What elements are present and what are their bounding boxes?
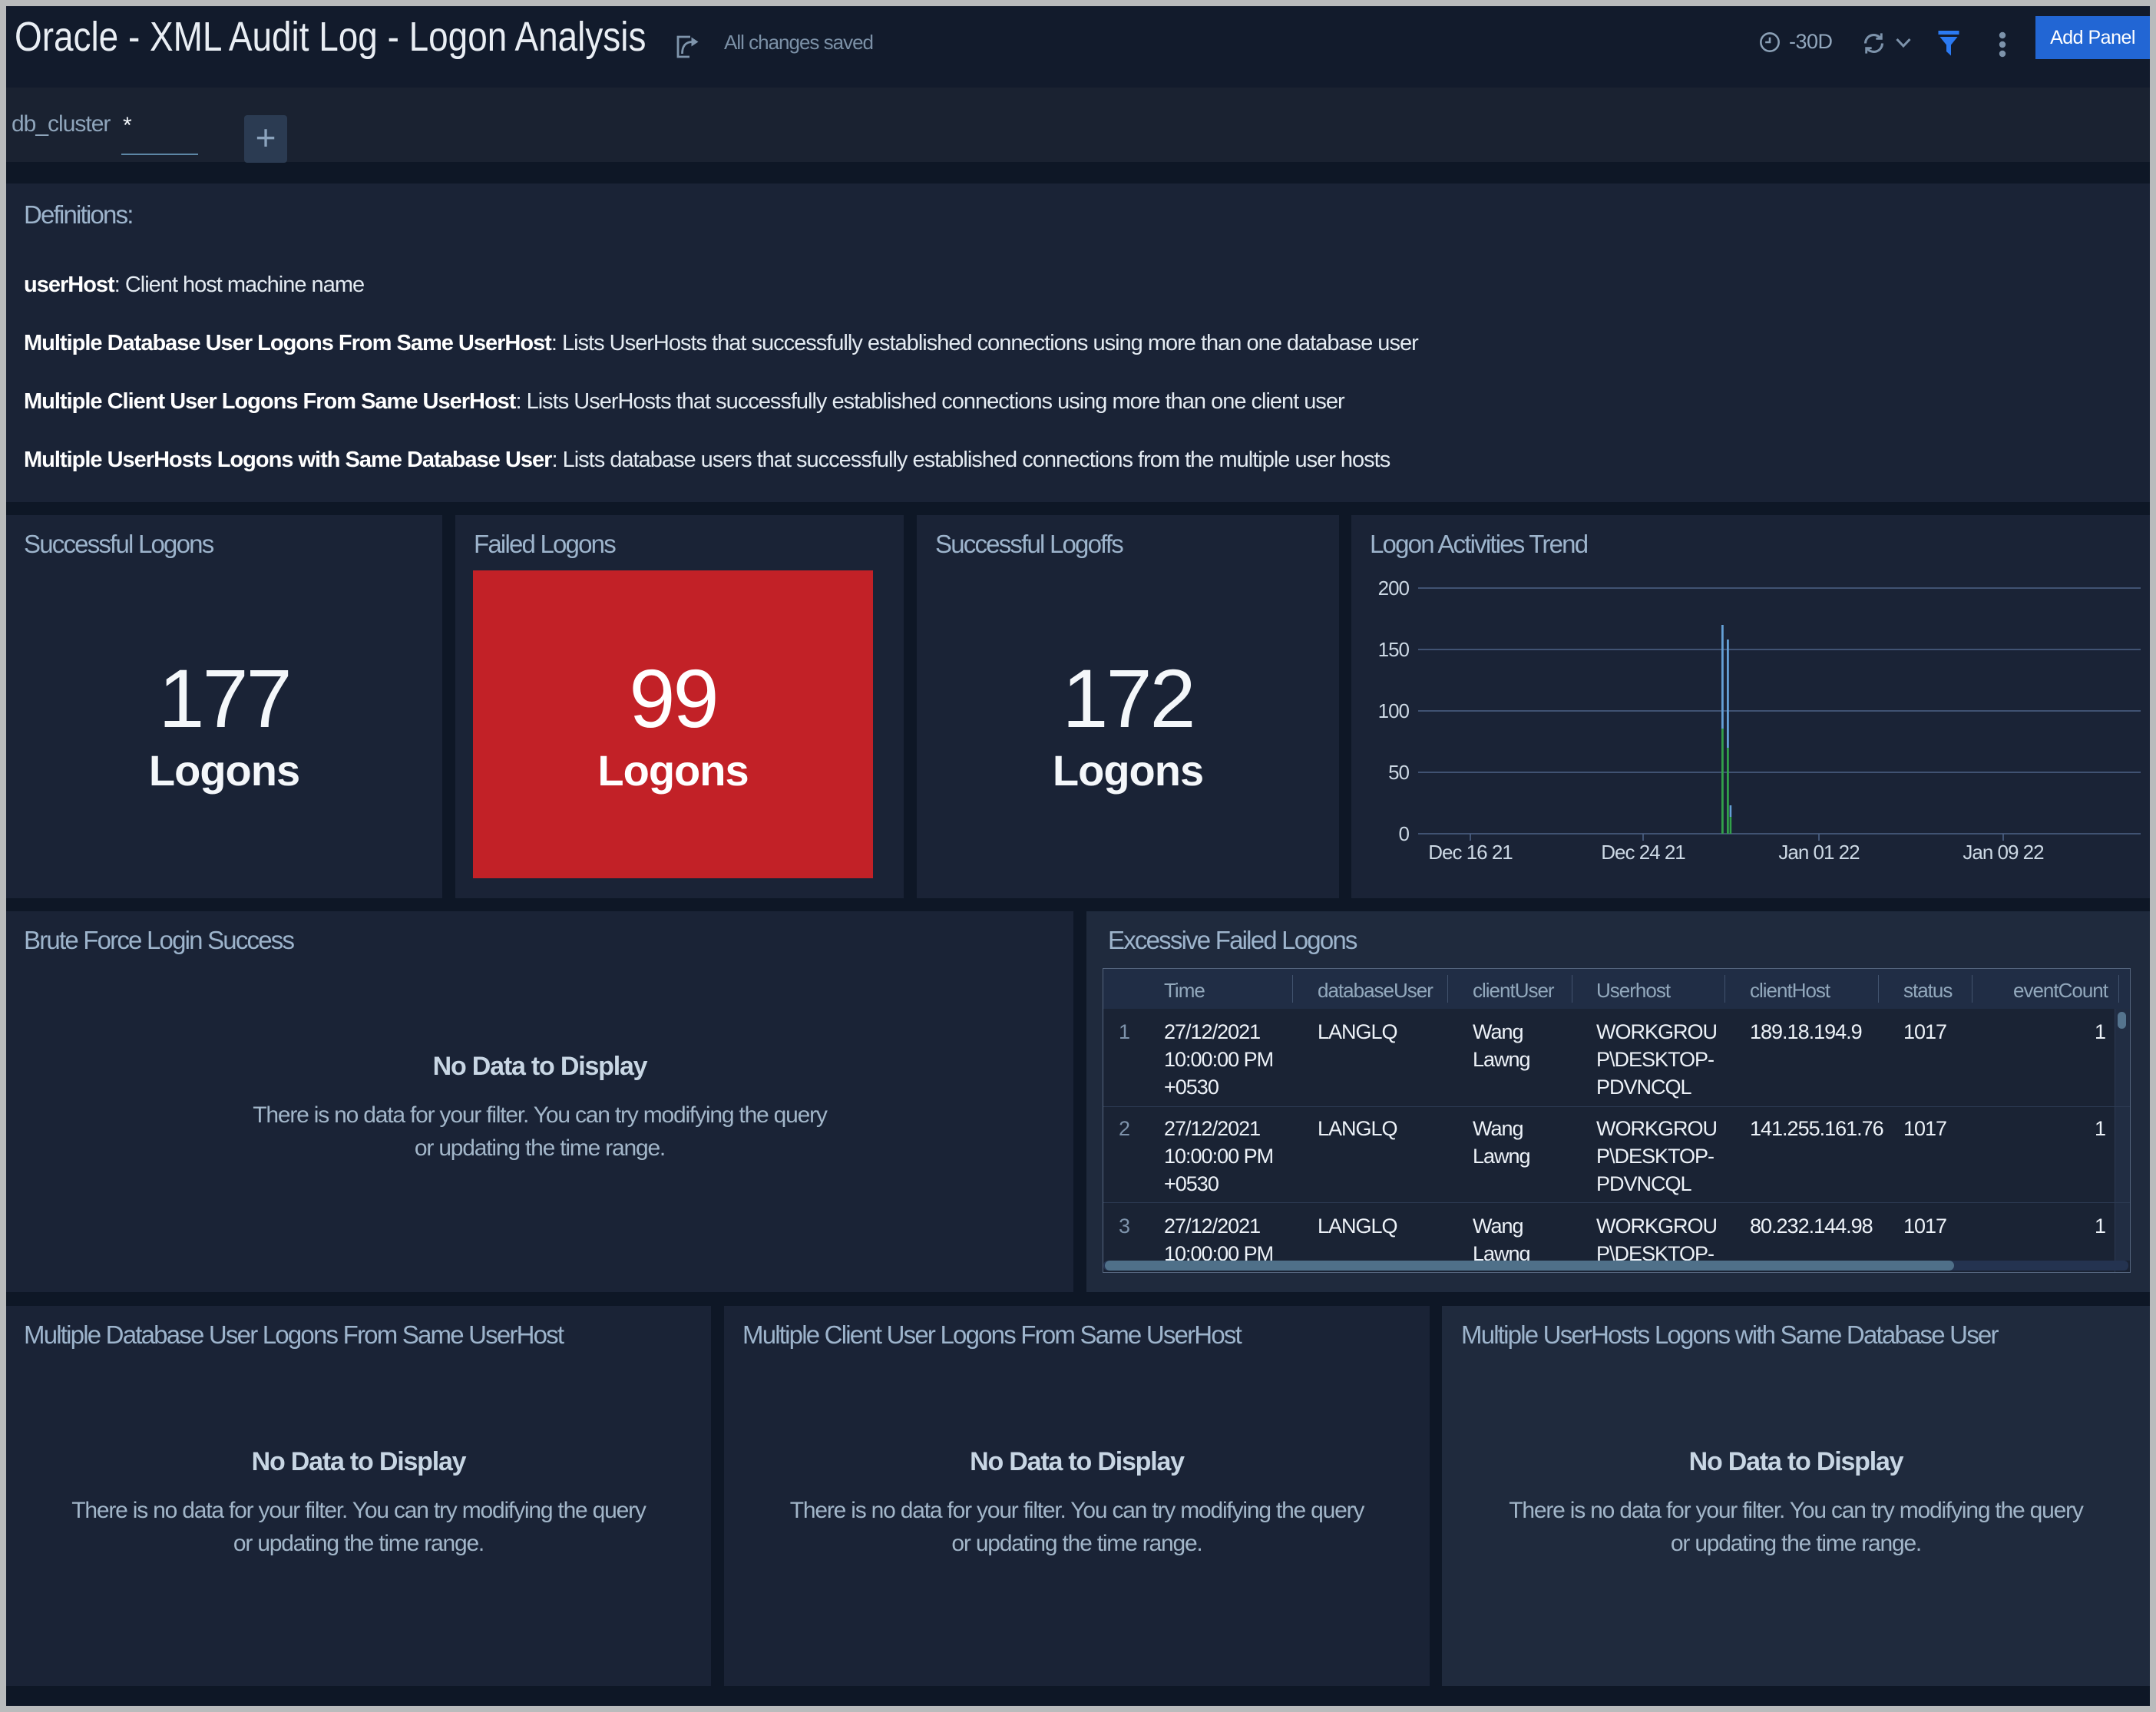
- svg-text:200: 200: [1378, 577, 1410, 600]
- svg-text:Dec 24 21: Dec 24 21: [1601, 841, 1685, 864]
- svg-text:50: 50: [1388, 761, 1409, 784]
- svg-text:Dec 16 21: Dec 16 21: [1428, 841, 1513, 864]
- svg-text:150: 150: [1378, 638, 1410, 661]
- svg-text:0: 0: [1399, 822, 1410, 845]
- svg-text:Jan 09 22: Jan 09 22: [1963, 841, 2044, 864]
- svg-text:100: 100: [1378, 699, 1410, 722]
- svg-text:Jan 01 22: Jan 01 22: [1778, 841, 1860, 864]
